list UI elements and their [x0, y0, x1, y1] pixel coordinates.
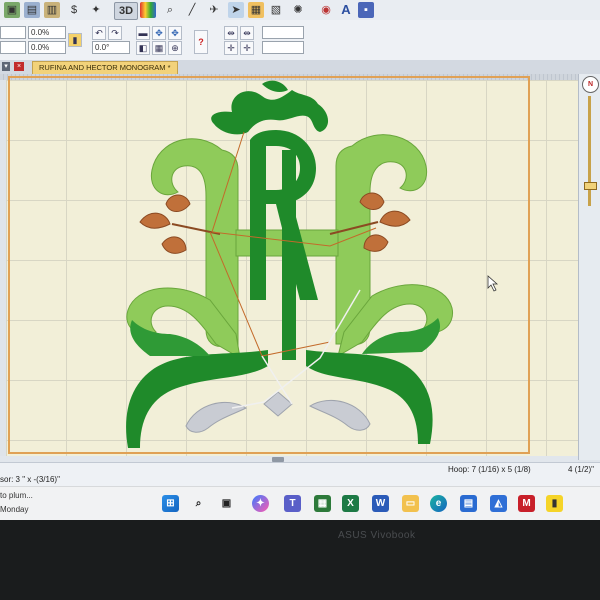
excel-icon[interactable]: X [342, 495, 359, 512]
teams-icon[interactable]: T [284, 495, 301, 512]
photos-icon[interactable]: ◭ [490, 495, 507, 512]
notification-text-1[interactable]: to plum... [0, 491, 33, 500]
embroidery-app-icon[interactable]: ▦ [314, 495, 331, 512]
search-icon[interactable]: ⌕ [190, 495, 207, 512]
compass-icon[interactable]: N [582, 76, 599, 93]
mcafee-icon[interactable]: M [518, 495, 535, 512]
edge-icon[interactable]: e [430, 495, 447, 512]
windows-taskbar: to plum... Monday ⊞ ⌕ ▣ ✦ T ▦ X W ▭ e ▤ … [0, 486, 600, 520]
zoom-slider-handle[interactable] [584, 182, 597, 190]
right-zoom-panel: N [578, 74, 600, 460]
top-crest-scroll [211, 90, 329, 135]
start-icon[interactable]: ⊞ [162, 495, 179, 512]
file-explorer-icon[interactable]: ▭ [402, 495, 419, 512]
copilot-icon[interactable]: ✦ [252, 495, 269, 512]
silver-diamond [263, 391, 293, 417]
monogram-design[interactable] [0, 0, 600, 520]
word-icon[interactable]: W [372, 495, 389, 512]
task-view-icon[interactable]: ▣ [218, 495, 235, 512]
right-base-sweep [306, 350, 433, 444]
hoop-size: Hoop: 7 (1/16) x 5 (1/8) [448, 465, 531, 474]
left-base-sweep [126, 350, 268, 448]
store-icon[interactable]: ▤ [460, 495, 477, 512]
notes-icon[interactable]: ▮ [546, 495, 563, 512]
cursor-position: sor: 3 " x -(3/16)" [0, 475, 60, 484]
screen: ▣ ▤ ▥ $ ✦ 3D ⌕ ╱ ✈ ➤ ▦ ▧ ✺ ◉ A ▪ 0.0% 0.… [0, 0, 600, 520]
top-crest-leaf [262, 80, 288, 92]
notification-text-2[interactable]: Monday [0, 505, 28, 514]
status-bar: sor: 3 " x -(3/16)" Hoop: 7 (1/16) x 5 (… [0, 462, 600, 487]
mouse-cursor [487, 275, 499, 292]
page-indicator: 4 (1/2)" [568, 465, 594, 474]
dark-h-stem [282, 150, 296, 360]
laptop-brand: ASUS Vivobook [338, 530, 416, 541]
